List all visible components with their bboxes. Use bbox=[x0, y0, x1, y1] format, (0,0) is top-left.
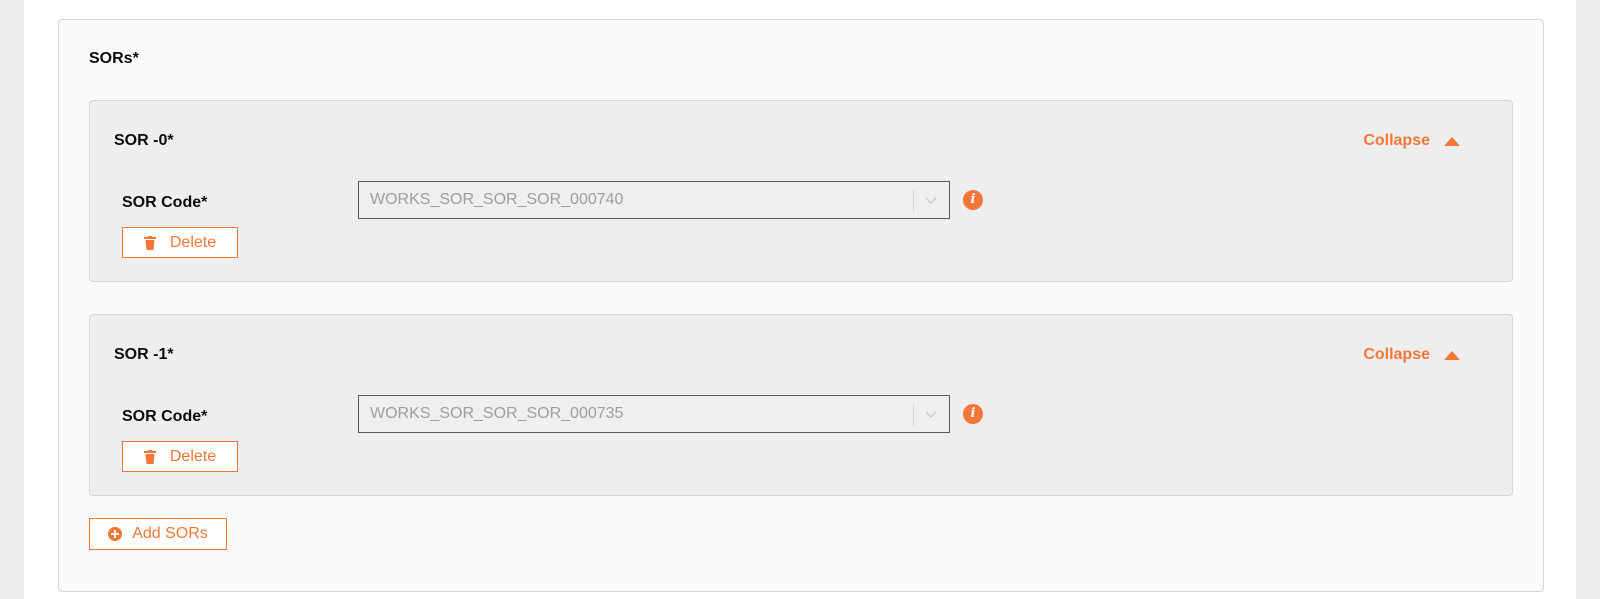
collapse-label: Collapse bbox=[1363, 132, 1430, 149]
info-icon[interactable]: i bbox=[963, 404, 983, 424]
collapse-button[interactable]: Collapse bbox=[1363, 346, 1460, 364]
delete-label: Delete bbox=[169, 233, 217, 251]
sor-code-label: SOR Code* bbox=[122, 408, 208, 425]
add-sors-button[interactable]: Add SORs bbox=[89, 518, 227, 550]
collapse-label: Collapse bbox=[1363, 346, 1430, 363]
collapse-button[interactable]: Collapse bbox=[1363, 132, 1460, 150]
sor-code-select[interactable]: WORKS_SOR_SOR_SOR_000740 bbox=[358, 181, 950, 219]
trash-icon bbox=[143, 235, 156, 250]
chevron-down-icon[interactable] bbox=[925, 408, 937, 420]
chevron-down-icon[interactable] bbox=[925, 194, 937, 206]
sor-code-label: SOR Code* bbox=[122, 194, 208, 211]
add-sors-label: Add SORs bbox=[132, 525, 208, 542]
sor-code-select[interactable]: WORKS_SOR_SOR_SOR_000735 bbox=[358, 395, 950, 433]
sor-title: SOR -0* bbox=[114, 132, 174, 149]
sor-title: SOR -1* bbox=[114, 346, 174, 363]
sors-section: SORs* SOR -0* Collapse SOR Code* WORKS_S… bbox=[58, 19, 1544, 592]
trash-icon bbox=[143, 449, 156, 464]
select-divider bbox=[913, 190, 914, 212]
plus-circle-icon bbox=[108, 527, 123, 541]
section-title: SORs* bbox=[89, 50, 139, 67]
sor-code-value: WORKS_SOR_SOR_SOR_000735 bbox=[370, 405, 624, 422]
info-icon[interactable]: i bbox=[963, 190, 983, 210]
delete-button[interactable]: Delete bbox=[122, 441, 238, 472]
chevron-up-icon bbox=[1444, 350, 1460, 360]
select-divider bbox=[913, 404, 914, 426]
sor-card: SOR -1* Collapse SOR Code* WORKS_SOR_SOR… bbox=[89, 314, 1513, 496]
sor-card: SOR -0* Collapse SOR Code* WORKS_SOR_SOR… bbox=[89, 100, 1513, 282]
delete-label: Delete bbox=[169, 447, 217, 465]
sor-code-value: WORKS_SOR_SOR_SOR_000740 bbox=[370, 191, 624, 208]
delete-button[interactable]: Delete bbox=[122, 227, 238, 258]
chevron-up-icon bbox=[1444, 136, 1460, 146]
